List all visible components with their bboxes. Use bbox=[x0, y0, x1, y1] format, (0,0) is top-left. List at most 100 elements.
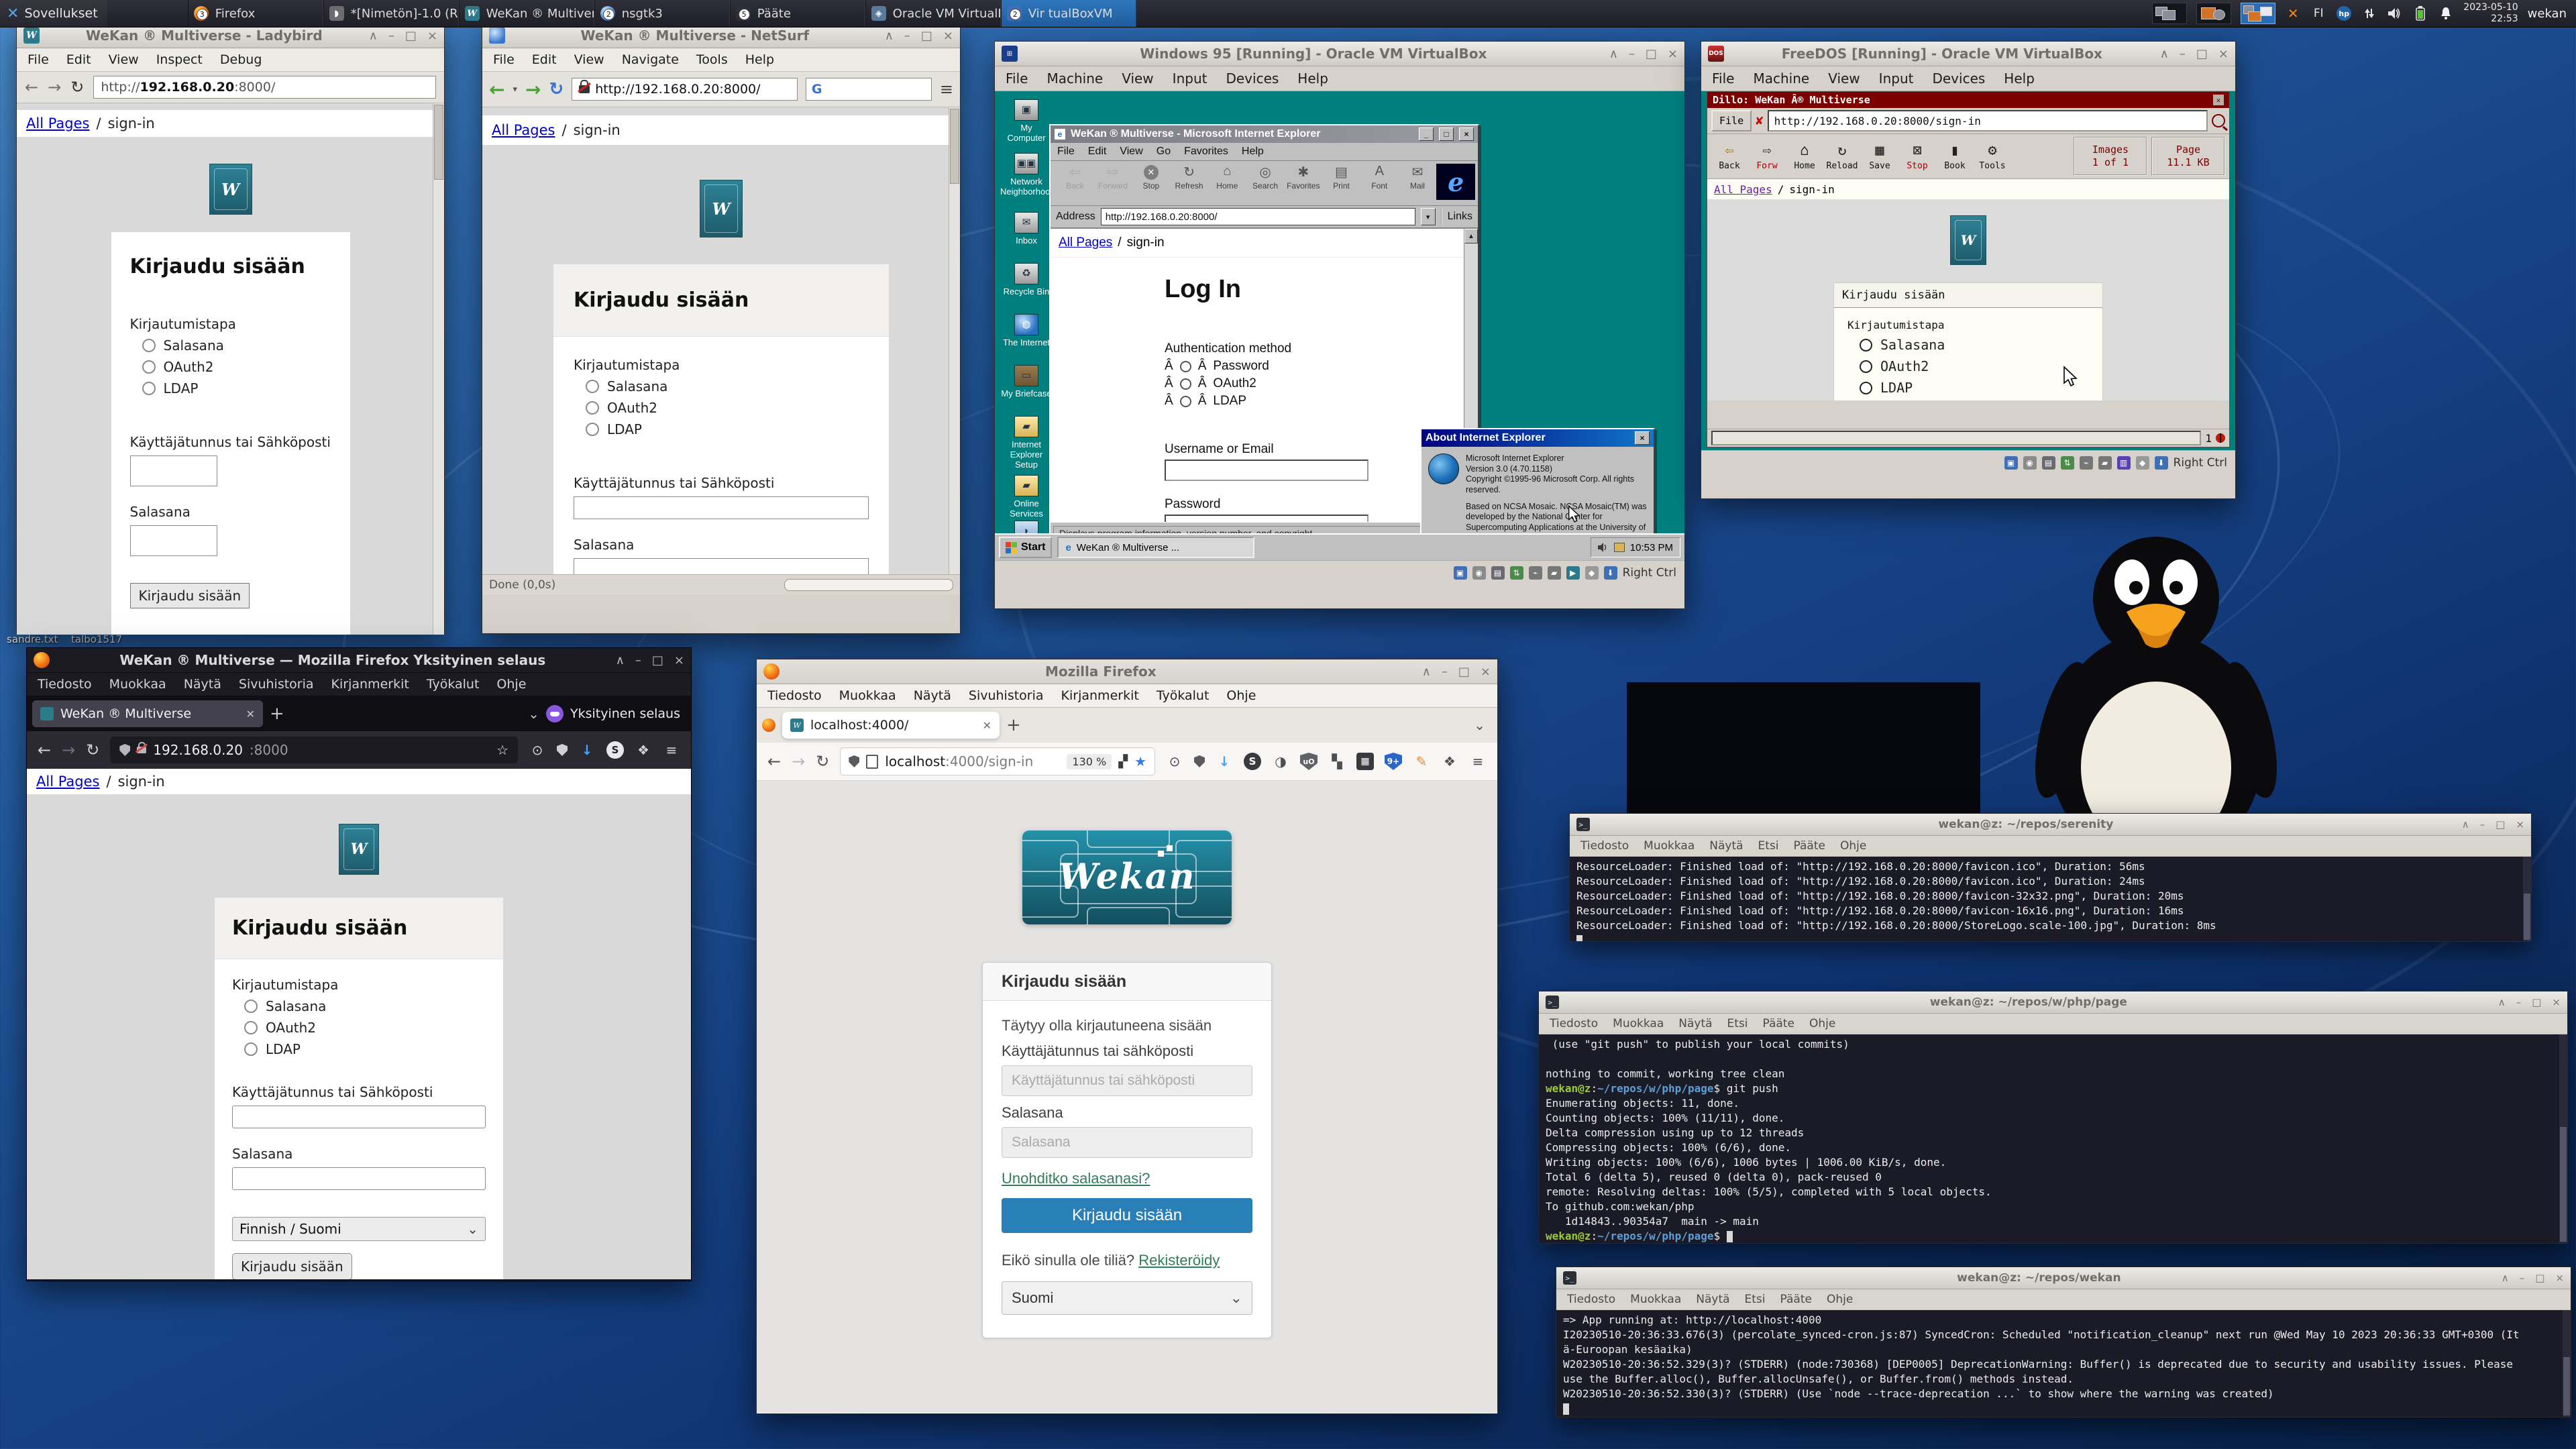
vm-disk-icon[interactable]: ▤ bbox=[2042, 456, 2055, 470]
shield-check-icon[interactable] bbox=[557, 744, 568, 756]
download-icon[interactable]: ↓ bbox=[578, 741, 596, 759]
taskbar-item-firefox[interactable]: 3 Firefox bbox=[188, 0, 323, 27]
menu-devices[interactable]: Devices bbox=[1932, 70, 1985, 87]
close-button[interactable]: × bbox=[943, 29, 953, 43]
menu-go[interactable]: Go bbox=[1157, 146, 1171, 158]
radio-icon[interactable] bbox=[586, 380, 599, 393]
menu-tiedosto[interactable]: Tiedosto bbox=[38, 677, 92, 692]
radio-icon[interactable] bbox=[244, 1021, 258, 1034]
desktop-icon-recycle-bin[interactable]: ♻Recycle Bin bbox=[1000, 263, 1053, 297]
menu-view[interactable]: View bbox=[109, 52, 139, 67]
desktop-icon-briefcase[interactable]: ▭My Briefcase bbox=[1000, 365, 1053, 399]
menu-paate[interactable]: Pääte bbox=[1780, 1293, 1812, 1306]
scrollbar[interactable] bbox=[949, 107, 960, 575]
menu-tools[interactable]: Tools bbox=[696, 52, 728, 67]
username-input[interactable] bbox=[1002, 1065, 1252, 1096]
titlebar[interactable]: Mozilla Firefox ∧ – □ × bbox=[757, 659, 1497, 684]
menu-sivuhistoria[interactable]: Sivuhistoria bbox=[239, 677, 314, 692]
url-bar[interactable]: localhost:4000/sign-in 130 % ▞ ★ bbox=[840, 747, 1155, 775]
close-button[interactable]: × bbox=[2218, 47, 2229, 61]
vm-screen[interactable]: Dillo: WeKan Â® Multiverse ✕ File ✘ http… bbox=[1701, 91, 2235, 450]
scrollbar-thumb[interactable] bbox=[434, 105, 443, 180]
menu-help[interactable]: Help bbox=[1242, 146, 1264, 158]
vm-cd-icon[interactable]: ◉ bbox=[2023, 456, 2037, 470]
menu-nayta[interactable]: Näytä bbox=[1678, 1017, 1712, 1030]
zoom-level[interactable]: 130 % bbox=[1067, 754, 1112, 769]
menu-edit[interactable]: Edit bbox=[532, 52, 557, 67]
menu-kirjanmerkit[interactable]: Kirjanmerkit bbox=[331, 677, 409, 692]
shade-button[interactable]: ∧ bbox=[885, 29, 894, 43]
menu-favorites[interactable]: Favorites bbox=[1184, 146, 1228, 158]
minimize-button[interactable]: – bbox=[1629, 47, 1635, 61]
minimize-button[interactable]: _ bbox=[1419, 127, 1434, 141]
menu-nayta[interactable]: Näytä bbox=[1696, 1293, 1729, 1306]
menu-icon[interactable]: ≡ bbox=[940, 80, 953, 99]
minimize-button[interactable]: – bbox=[2480, 818, 2485, 830]
bookmarks-button[interactable]: ▮Book bbox=[1937, 142, 1973, 171]
new-tab-button[interactable]: + bbox=[270, 704, 284, 724]
menu-help[interactable]: Help bbox=[2004, 70, 2035, 87]
scrollbar-thumb[interactable] bbox=[950, 109, 959, 184]
titlebar[interactable]: WeKan ® Multiverse — Mozilla Firefox Yks… bbox=[27, 648, 691, 673]
menu-tiedosto[interactable]: Tiedosto bbox=[767, 688, 822, 703]
minimize-button[interactable]: – bbox=[904, 29, 910, 43]
search-button[interactable]: ◎Search bbox=[1246, 164, 1285, 191]
refresh-button[interactable]: ↻Refresh bbox=[1170, 164, 1208, 191]
vm-display-icon[interactable]: ▣ bbox=[2004, 456, 2018, 470]
menu-muokkaa[interactable]: Muokkaa bbox=[839, 688, 896, 703]
menu-file[interactable]: File bbox=[1057, 146, 1075, 158]
radio-icon[interactable] bbox=[244, 1000, 258, 1013]
reload-icon[interactable]: ↻ bbox=[549, 79, 564, 99]
maximize-button[interactable]: □ bbox=[1458, 665, 1470, 679]
breadcrumb-all-pages-link[interactable]: All Pages bbox=[26, 115, 90, 131]
maximize-button[interactable]: □ bbox=[2496, 818, 2505, 830]
radio-icon[interactable] bbox=[586, 423, 599, 436]
home-button[interactable]: ⌂Home bbox=[1208, 164, 1246, 191]
reload-icon[interactable]: ↻ bbox=[816, 752, 829, 771]
menu-muokkaa[interactable]: Muokkaa bbox=[109, 677, 166, 692]
menu-edit[interactable]: Edit bbox=[1088, 146, 1107, 158]
close-button[interactable]: × bbox=[2555, 1272, 2564, 1284]
tools-button[interactable]: ⚙Tools bbox=[1974, 142, 2010, 171]
back-icon[interactable]: ← bbox=[489, 78, 504, 101]
save-button[interactable]: ▦Save bbox=[1862, 142, 1898, 171]
titlebar[interactable]: >_ wekan@z: ~/repos/wekan ∧ – □ × bbox=[1556, 1267, 2571, 1289]
shade-button[interactable]: ∧ bbox=[1422, 665, 1431, 679]
menu-sivuhistoria[interactable]: Sivuhistoria bbox=[969, 688, 1044, 703]
forward-icon[interactable]: → bbox=[62, 741, 75, 759]
username-input[interactable] bbox=[232, 1106, 486, 1128]
password-input[interactable] bbox=[130, 525, 217, 556]
breadcrumb-all-pages-link[interactable]: All Pages bbox=[1714, 183, 1772, 196]
back-icon[interactable]: ← bbox=[25, 78, 38, 97]
back-button[interactable]: ⇦Back bbox=[1056, 164, 1094, 191]
menu-tiedosto[interactable]: Tiedosto bbox=[1567, 1293, 1615, 1306]
radio-icon[interactable] bbox=[244, 1042, 258, 1056]
radio-icon[interactable] bbox=[586, 401, 599, 415]
hp-tray-icon[interactable]: hp bbox=[2336, 5, 2352, 21]
menu-nayta[interactable]: Näytä bbox=[1709, 839, 1743, 853]
sign-in-button[interactable]: Kirjaudu sisään bbox=[130, 583, 250, 608]
search-box[interactable]: G bbox=[806, 78, 932, 101]
tab-localhost[interactable]: W localhost:4000/ ✕ bbox=[782, 712, 1000, 739]
minimize-button[interactable]: – bbox=[635, 653, 641, 667]
radio-ldap[interactable]: LDAP bbox=[586, 421, 869, 437]
radio-icon[interactable] bbox=[1860, 339, 1872, 352]
desktop-icon-my-computer[interactable]: ▣My Computer bbox=[1000, 99, 1053, 144]
radio-icon[interactable] bbox=[1180, 396, 1191, 407]
radio-password[interactable]: Salasana bbox=[1860, 337, 2089, 353]
maximize-button[interactable]: □ bbox=[2532, 996, 2541, 1008]
menu-kirjanmerkit[interactable]: Kirjanmerkit bbox=[1061, 688, 1139, 703]
shade-button[interactable]: ∧ bbox=[2160, 47, 2169, 61]
maximize-button[interactable]: □ bbox=[1439, 127, 1454, 141]
radio-oauth2[interactable]: ÂÂOAuth2 bbox=[1165, 376, 1478, 391]
menu-help[interactable]: Help bbox=[1297, 70, 1328, 87]
address-input[interactable]: http://192.168.0.20:8000/ bbox=[1101, 208, 1415, 225]
radio-ldap[interactable]: LDAP bbox=[1860, 380, 2089, 396]
desktop-icon-ie-setup[interactable]: ▰Internet Explorer Setup bbox=[1000, 416, 1053, 470]
menu-input[interactable]: Input bbox=[1879, 70, 1914, 87]
menu-file[interactable]: File bbox=[28, 52, 49, 67]
menu-ohje[interactable]: Ohje bbox=[1809, 1017, 1835, 1030]
extension-icon[interactable]: ❖ bbox=[1441, 753, 1458, 770]
titlebar[interactable]: DOS FreeDOS [Running] - Oracle VM Virtua… bbox=[1701, 42, 2235, 66]
sign-in-button[interactable]: Kirjaudu sisään bbox=[232, 1253, 352, 1279]
